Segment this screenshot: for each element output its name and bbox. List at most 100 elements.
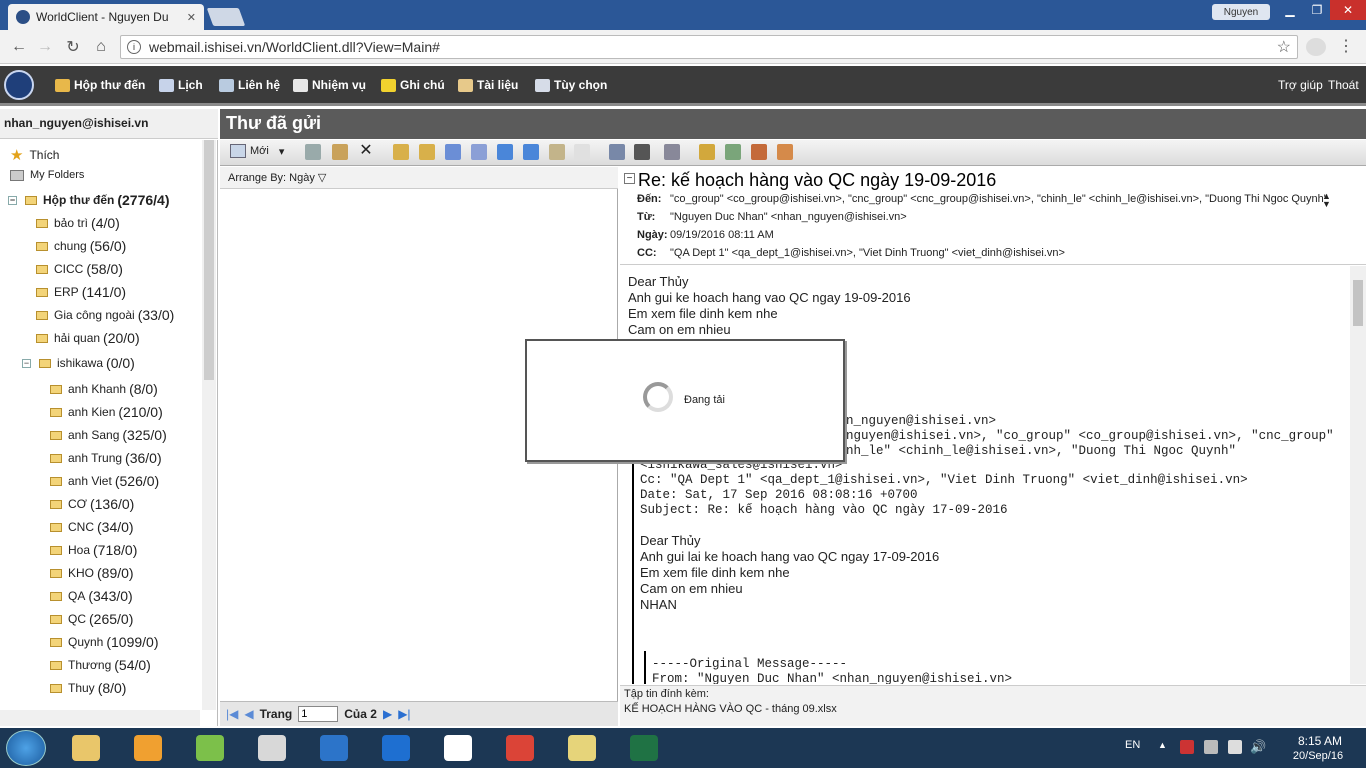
subfolder-item[interactable]: Thương (54/0) <box>50 657 151 673</box>
attachment-file[interactable]: KẾ HOẠCH HÀNG VÀO QC - tháng 09.xlsx <box>624 703 1362 715</box>
taskbar-excel-icon[interactable] <box>616 731 672 765</box>
view-source-icon[interactable] <box>574 144 590 160</box>
sort-icon[interactable]: ▽ <box>318 172 326 184</box>
folder-inbox[interactable]: − Hộp thư đến (2776/4) <box>8 192 170 208</box>
folder-item[interactable]: ERP (141/0) <box>36 284 126 300</box>
taskbar-app5-icon[interactable] <box>306 731 362 765</box>
taskbar-teamviewer-icon[interactable] <box>368 731 424 765</box>
whitelist-icon[interactable] <box>777 144 793 160</box>
taskbar-media-icon[interactable] <box>120 731 176 765</box>
subfolder-item[interactable]: anh Viet (526/0) <box>50 473 159 489</box>
favorites-folder[interactable]: ★ Thích <box>10 146 59 164</box>
new-message-button[interactable]: Mới ▾ <box>230 144 284 158</box>
display-icon[interactable] <box>1228 740 1242 754</box>
nav-contacts[interactable]: Liên hệ <box>219 78 280 92</box>
body-scrollbar[interactable] <box>1350 266 1366 684</box>
prev-page-icon[interactable]: ◀ <box>244 707 253 721</box>
tray-app-icon[interactable] <box>1204 740 1218 754</box>
my-folders[interactable]: My Folders <box>10 169 84 181</box>
subfolder-item[interactable]: CƠ (136/0) <box>50 496 134 512</box>
folder-item[interactable]: hải quan (20/0) <box>36 330 140 346</box>
move-icon[interactable] <box>332 144 348 160</box>
forward-attachment-icon[interactable] <box>471 144 487 160</box>
subfolder-item[interactable]: anh Khanh (8/0) <box>50 381 158 397</box>
folder-item[interactable]: chung (56/0) <box>36 238 126 254</box>
arrange-by[interactable]: Arrange By: Ngày ▽ <box>220 167 618 189</box>
folder-item[interactable]: Gia công ngoài (33/0) <box>36 307 174 323</box>
subfolder-item[interactable]: Thuy (8/0) <box>50 680 126 696</box>
flag-icon[interactable] <box>549 144 565 160</box>
reply-icon[interactable] <box>393 144 409 160</box>
taskbar-dropbox-icon[interactable] <box>430 731 486 765</box>
profile-badge[interactable]: Nguyen <box>1212 4 1270 20</box>
reload-icon[interactable]: ↻ <box>62 36 84 58</box>
first-page-icon[interactable]: |◀ <box>226 707 238 721</box>
menu-icon[interactable]: ⋮ <box>1338 36 1354 56</box>
nav-notes[interactable]: Ghi chú <box>381 78 445 92</box>
trash-icon[interactable] <box>725 144 741 160</box>
nav-documents[interactable]: Tài liệu <box>458 78 518 92</box>
forward-icon[interactable] <box>445 144 461 160</box>
subfolder-item[interactable]: anh Trung (36/0) <box>50 450 162 466</box>
maximize-icon[interactable]: ❐ <box>1304 0 1330 20</box>
last-page-icon[interactable]: ▶| <box>398 707 410 721</box>
url-bar[interactable]: i webmail.ishisei.vn/WorldClient.dll?Vie… <box>120 35 1298 59</box>
previous-icon[interactable] <box>497 144 513 160</box>
subfolder-item[interactable]: CNC (34/0) <box>50 519 134 535</box>
folder-ishikawa[interactable]: − ishikawa (0/0) <box>22 355 135 371</box>
layout-dropdown-icon[interactable] <box>634 144 650 160</box>
close-window-icon[interactable]: ✕ <box>1330 0 1366 20</box>
subfolder-item[interactable]: anh Kien (210/0) <box>50 404 163 420</box>
volume-icon[interactable]: 🔊 <box>1250 739 1266 755</box>
folder-hscrollbar[interactable] <box>0 710 200 726</box>
logout-link[interactable]: Thoát <box>1328 78 1359 92</box>
taskbar-chrome-icon[interactable] <box>492 731 548 765</box>
subfolder-item[interactable]: QA (343/0) <box>50 588 133 604</box>
folder-item[interactable]: bảo trì (4/0) <box>36 215 120 231</box>
scrollbar-thumb[interactable] <box>1353 280 1363 326</box>
layout-icon[interactable] <box>609 144 625 160</box>
clock-time[interactable]: 8:15 AM <box>1290 734 1350 748</box>
nav-calendar[interactable]: Lịch <box>159 78 203 92</box>
expand-recipients-icon[interactable]: ▲ ▼ <box>1322 192 1331 209</box>
taskbar-app4-icon[interactable] <box>244 731 300 765</box>
subfolder-item[interactable]: QC (265/0) <box>50 611 133 627</box>
taskbar-explorer-icon[interactable] <box>58 731 114 765</box>
new-tab-button[interactable] <box>206 8 246 26</box>
clock-date[interactable]: 20/Sep/16 <box>1282 750 1354 762</box>
subfolder-item[interactable]: Quynh (1099/0) <box>50 634 159 650</box>
print-icon[interactable] <box>305 144 321 160</box>
next-icon[interactable] <box>523 144 539 160</box>
minimize-icon[interactable]: ▁ <box>1276 0 1304 20</box>
info-icon[interactable]: i <box>127 40 141 54</box>
reply-all-icon[interactable] <box>419 144 435 160</box>
delete-icon[interactable]: ✕ <box>358 143 374 160</box>
folder-scrollbar[interactable] <box>202 140 216 710</box>
subfolder-item[interactable]: KHO (89/0) <box>50 565 134 581</box>
help-link[interactable]: Trợ giúp <box>1278 78 1323 92</box>
folder-item[interactable]: CICC (58/0) <box>36 261 123 277</box>
junk-icon[interactable] <box>751 144 767 160</box>
scrollbar-thumb[interactable] <box>204 140 214 380</box>
next-page-icon[interactable]: ▶ <box>383 707 392 721</box>
collapse-header-icon[interactable]: − <box>624 173 635 184</box>
page-input[interactable] <box>298 706 339 722</box>
start-button[interactable] <box>6 730 46 766</box>
tab-close-icon[interactable]: ✕ <box>187 11 196 24</box>
worldclient-logo-icon[interactable] <box>4 70 34 100</box>
collapse-icon[interactable]: − <box>8 195 17 205</box>
search-icon[interactable] <box>699 144 715 160</box>
forward-icon[interactable]: → <box>34 36 56 58</box>
network-alert-icon[interactable] <box>1180 740 1194 754</box>
home-icon[interactable]: ⌂ <box>90 36 112 58</box>
taskbar-bluestacks-icon[interactable] <box>182 731 238 765</box>
subfolder-item[interactable]: anh Sang (325/0) <box>50 427 167 443</box>
chevron-down-icon[interactable]: ▾ <box>279 145 285 158</box>
tray-expand-icon[interactable]: ▲ <box>1158 740 1167 750</box>
back-icon[interactable]: ← <box>8 36 30 58</box>
taskbar-notes-icon[interactable] <box>554 731 610 765</box>
bookmark-star-icon[interactable]: ☆ <box>1277 37 1291 57</box>
extension-icon[interactable] <box>1306 38 1326 56</box>
nav-inbox[interactable]: Hộp thư đến <box>55 78 145 92</box>
subfolder-item[interactable]: Hoa (718/0) <box>50 542 137 558</box>
